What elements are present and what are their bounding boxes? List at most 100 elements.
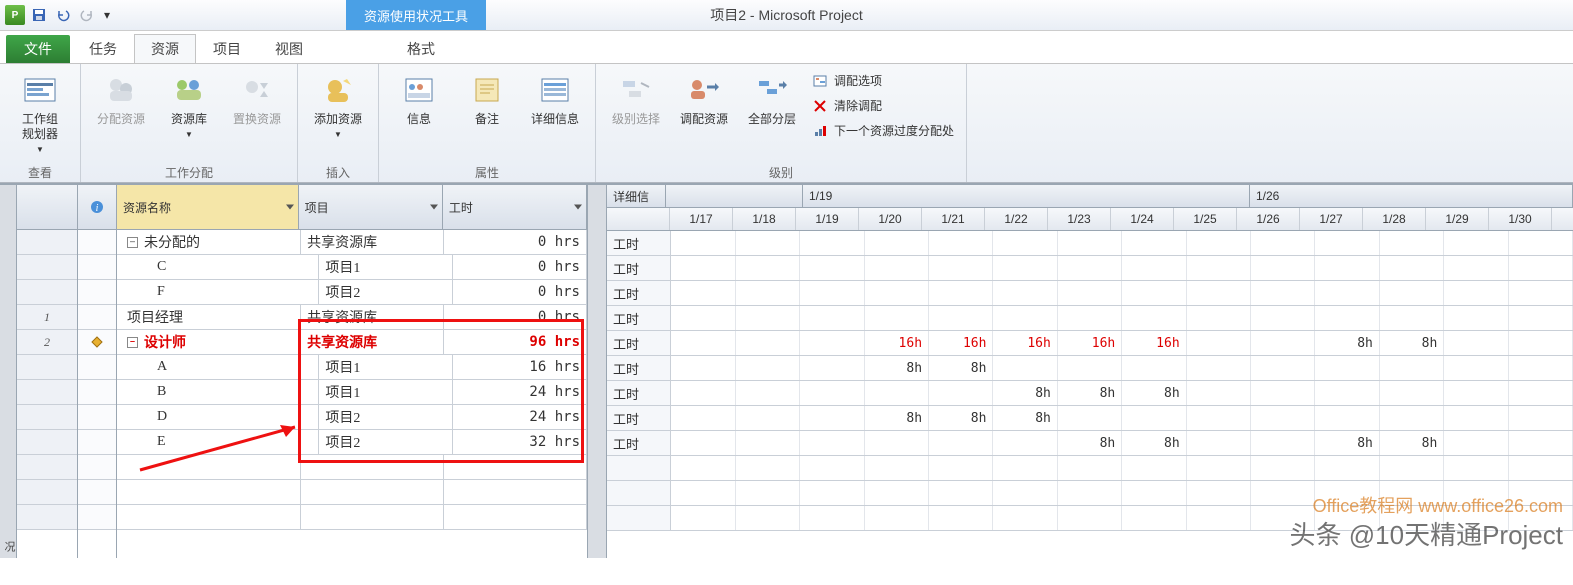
timephased-cell[interactable]	[1058, 506, 1122, 530]
timephased-cell[interactable]	[671, 506, 735, 530]
timephased-cell[interactable]	[1509, 306, 1573, 330]
timephased-cell[interactable]	[1509, 356, 1573, 380]
grid-row[interactable]: B 项目1 24 hrs	[117, 380, 587, 405]
grid-row[interactable]: –设计师 共享资源库 96 hrs	[117, 330, 587, 355]
row-number[interactable]	[17, 355, 77, 380]
week-header[interactable]: 1/19	[803, 185, 1250, 207]
collapse-icon[interactable]: –	[127, 237, 138, 248]
timephased-cell[interactable]	[865, 281, 929, 305]
timephased-cell[interactable]: 8h	[929, 356, 993, 380]
timephased-cell[interactable]	[1058, 231, 1122, 255]
timephased-cell[interactable]	[1187, 506, 1251, 530]
save-icon[interactable]	[28, 4, 50, 26]
timephased-cell[interactable]	[1187, 306, 1251, 330]
row-number[interactable]	[17, 255, 77, 280]
timephased-cell[interactable]	[736, 431, 800, 455]
timephased-cell[interactable]	[1251, 331, 1315, 355]
day-header[interactable]: 1/17	[670, 208, 733, 230]
grid-row[interactable]: –未分配的 共享资源库 0 hrs	[117, 230, 587, 255]
day-header[interactable]: 1/30	[1489, 208, 1552, 230]
day-header[interactable]: 1/23	[1048, 208, 1111, 230]
indicator-cell[interactable]	[78, 230, 116, 255]
grid-row[interactable]: C 项目1 0 hrs	[117, 255, 587, 280]
timephased-cell[interactable]	[1251, 431, 1315, 455]
timephased-cell[interactable]	[929, 481, 993, 505]
timephased-cell[interactable]	[1187, 456, 1251, 480]
timephased-cell[interactable]: 8h	[929, 406, 993, 430]
clear-leveling-button[interactable]: 清除调配	[808, 95, 958, 116]
indicator-cell[interactable]	[78, 380, 116, 405]
indicator-header[interactable]: i	[78, 185, 116, 230]
timephased-cell[interactable]: 8h	[865, 356, 929, 380]
timephased-cell[interactable]	[1380, 381, 1444, 405]
timephased-cell[interactable]: 16h	[1122, 331, 1186, 355]
timephased-cell[interactable]	[1187, 281, 1251, 305]
tab-view[interactable]: 视图	[258, 34, 320, 63]
week-header[interactable]: 1/26	[1250, 185, 1573, 207]
timephased-cell[interactable]	[1380, 281, 1444, 305]
timephased-cell[interactable]	[1509, 456, 1573, 480]
timephased-cell[interactable]	[1122, 506, 1186, 530]
qat-customize-icon[interactable]: ▾	[100, 4, 114, 26]
timephased-cell[interactable]	[1509, 331, 1573, 355]
timephased-cell[interactable]	[671, 456, 735, 480]
timephased-cell[interactable]	[1122, 256, 1186, 280]
timephased-cell[interactable]	[929, 381, 993, 405]
timephased-cell[interactable]	[1509, 281, 1573, 305]
indicator-cell[interactable]	[78, 480, 116, 505]
timephased-cell[interactable]	[736, 281, 800, 305]
timephased-cell[interactable]: 8h	[1058, 431, 1122, 455]
day-header[interactable]: 1/29	[1426, 208, 1489, 230]
timephased-cell[interactable]	[1187, 331, 1251, 355]
timephased-cell[interactable]	[865, 431, 929, 455]
timephased-cell[interactable]	[671, 231, 735, 255]
timephased-cell[interactable]	[1122, 406, 1186, 430]
timephased-cell[interactable]: 8h	[1058, 381, 1122, 405]
timephased-cell[interactable]	[1380, 306, 1444, 330]
timephased-cell[interactable]	[671, 406, 735, 430]
view-bar[interactable]: 况	[0, 185, 17, 558]
day-header[interactable]: 1/26	[1237, 208, 1300, 230]
grid-row[interactable]: F 项目2 0 hrs	[117, 280, 587, 305]
grid-row[interactable]	[117, 455, 587, 480]
timephased-cell[interactable]	[736, 231, 800, 255]
timephased-cell[interactable]	[1251, 406, 1315, 430]
indicator-cell[interactable]	[78, 405, 116, 430]
timephased-cell[interactable]	[1251, 456, 1315, 480]
timephased-cell[interactable]	[1251, 281, 1315, 305]
timephased-cell[interactable]	[1122, 456, 1186, 480]
timephased-cell[interactable]	[929, 256, 993, 280]
timephased-cell[interactable]	[1444, 256, 1508, 280]
next-overallocation-button[interactable]: 下一个资源过度分配处	[808, 120, 958, 141]
timephased-cell[interactable]: 8h	[1380, 431, 1444, 455]
tab-project[interactable]: 项目	[196, 34, 258, 63]
indicator-cell[interactable]	[78, 455, 116, 480]
timephased-cell[interactable]	[1444, 231, 1508, 255]
timephased-cell[interactable]	[1444, 356, 1508, 380]
resource-pool-button[interactable]: 资源库 ▼	[157, 68, 221, 146]
timephased-cell[interactable]	[1315, 306, 1379, 330]
timephased-cell[interactable]	[1058, 406, 1122, 430]
tab-file[interactable]: 文件	[6, 35, 70, 63]
timephased-cell[interactable]	[1380, 356, 1444, 380]
timephased-cell[interactable]	[671, 431, 735, 455]
grid-row[interactable]: D 项目2 24 hrs	[117, 405, 587, 430]
timephased-cell[interactable]	[671, 281, 735, 305]
timephased-cell[interactable]	[929, 431, 993, 455]
timephased-cell[interactable]	[1122, 306, 1186, 330]
timephased-cell[interactable]	[1315, 406, 1379, 430]
timephased-cell[interactable]	[800, 306, 864, 330]
app-icon[interactable]: P	[4, 4, 26, 26]
timephased-cell[interactable]	[671, 256, 735, 280]
timephased-cell[interactable]	[993, 481, 1057, 505]
information-button[interactable]: 信息	[387, 68, 451, 131]
column-header-project[interactable]: 项目	[299, 185, 443, 229]
timephased-cell[interactable]	[671, 306, 735, 330]
day-header[interactable]: 1/25	[1174, 208, 1237, 230]
timephased-cell[interactable]	[865, 256, 929, 280]
timephased-cell[interactable]	[1444, 306, 1508, 330]
timephased-cell[interactable]	[1315, 256, 1379, 280]
timephased-cell[interactable]	[736, 506, 800, 530]
timephased-cell[interactable]	[800, 231, 864, 255]
level-selection-button[interactable]: 级别选择	[604, 68, 668, 131]
